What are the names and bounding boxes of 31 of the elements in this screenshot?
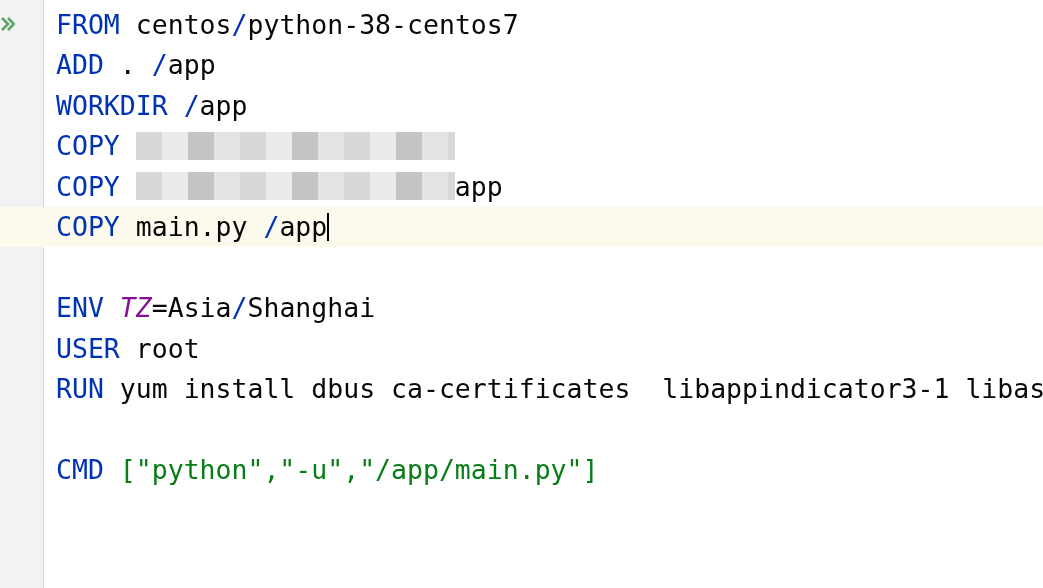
code-keyword: COPY (56, 170, 120, 202)
code-text: / (151, 49, 168, 81)
code-keyword: USER (56, 332, 120, 364)
code-text: =Asia (151, 292, 232, 324)
code-keyword: CMD (56, 454, 104, 486)
code-text: app (167, 49, 216, 81)
code-keyword: RUN (56, 373, 104, 405)
code-keyword: FROM (56, 8, 120, 40)
code-variable: TZ (118, 292, 152, 324)
code-keyword: WORKDIR (56, 89, 168, 121)
code-text: yum install dbus ca-certificates libappindicator3-1 libas (118, 373, 1043, 405)
code-text: app (199, 89, 248, 121)
code-text: / (231, 292, 248, 324)
run-icon[interactable] (1, 16, 15, 33)
code-string: ["python","-u","/app/main.py"] (118, 454, 599, 486)
code-text: main.py (134, 211, 249, 243)
code-text: centos (134, 8, 232, 40)
code-text: Shanghai (247, 292, 376, 324)
code-text: python-38-centos7 (247, 8, 519, 40)
code-text: . (118, 49, 137, 81)
code-keyword: COPY (56, 211, 120, 243)
code-text: app (279, 211, 328, 243)
code-text: / (182, 89, 200, 121)
code-text: root (134, 332, 200, 364)
code-text: / (231, 8, 248, 40)
code-text: app (454, 170, 503, 202)
code-text: / (263, 211, 280, 243)
code-keyword: ADD (56, 49, 104, 81)
text-caret (327, 212, 330, 241)
code-keyword: COPY (56, 130, 120, 162)
code-keyword: ENV (56, 292, 104, 324)
